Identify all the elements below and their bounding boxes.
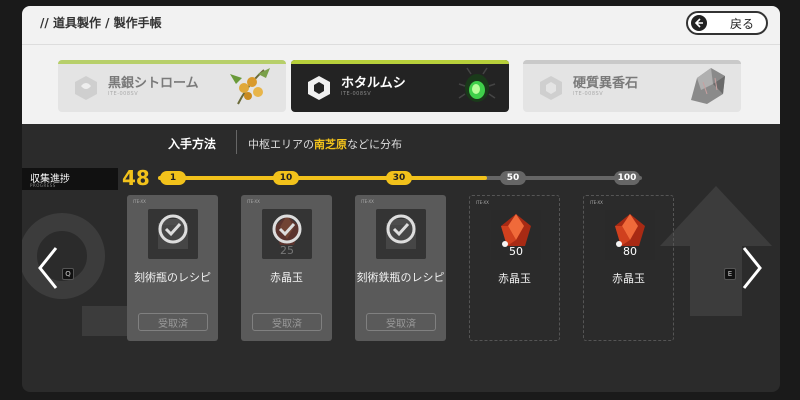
reward-card[interactable]: ITE-XX 刻術鉄瓶のレシピ 受取済 xyxy=(355,195,446,341)
acquisition-divider xyxy=(236,130,237,154)
rock-art-icon xyxy=(691,68,725,104)
milestone-1: 1 xyxy=(160,171,186,185)
tab-name: 硬質異香石 xyxy=(573,76,639,91)
claimed-button: 受取済 xyxy=(366,313,436,331)
reward-code: ITE-XX xyxy=(590,200,603,205)
header-divider xyxy=(22,44,780,45)
tab-name: 黒銀シトローム xyxy=(108,76,199,91)
next-arrow-icon[interactable] xyxy=(740,244,764,292)
claimed-overlay xyxy=(376,209,426,259)
reward-card[interactable]: ITE-XX 25 赤晶玉 受取済 xyxy=(241,195,332,341)
reward-quantity: 50 xyxy=(509,245,523,258)
claimed-overlay xyxy=(148,209,198,259)
reward-title: 赤晶玉 xyxy=(498,272,531,285)
reward-code: ITE-XX xyxy=(361,199,374,204)
acquisition-location: 南芝原 xyxy=(314,138,347,151)
progress-sublabel: PROGRESS xyxy=(30,183,56,188)
red-crystal-icon: 50 xyxy=(491,210,541,260)
milestone-30: 30 xyxy=(386,171,412,185)
material-hex-icon xyxy=(540,76,562,100)
reward-card[interactable]: ITE-XX 80 赤晶玉 xyxy=(583,195,674,341)
milestone-10: 10 xyxy=(273,171,299,185)
prev-key-hint: Q xyxy=(62,268,74,280)
plant-art-icon xyxy=(230,68,270,105)
reward-title: 刻術瓶のレシピ xyxy=(134,271,211,284)
material-tab-3[interactable]: 硬質異香石 ITE-008SV xyxy=(523,60,741,112)
acquisition-label: 入手方法 xyxy=(168,137,217,151)
tab-code: ITE-008SV xyxy=(341,91,372,97)
tab-code: ITE-008SV xyxy=(108,91,139,97)
progress-value: 48 xyxy=(122,166,150,190)
material-tab-2[interactable]: ホタルムシ ITE-008SV xyxy=(291,60,509,112)
material-tab-1[interactable]: 黒銀シトローム ITE-008SV xyxy=(58,60,286,112)
reward-code: ITE-XX xyxy=(247,199,260,204)
claimed-button: 受取済 xyxy=(138,313,208,331)
reward-card[interactable]: ITE-XX 50 赤晶玉 xyxy=(469,195,560,341)
next-key-hint: E xyxy=(724,268,736,280)
reward-card[interactable]: ITE-XX 刻術瓶のレシピ 受取済 xyxy=(127,195,218,341)
red-crystal-icon: 80 xyxy=(605,210,655,260)
back-button[interactable]: 戻る xyxy=(686,11,768,35)
milestone-100: 100 xyxy=(614,171,640,185)
header: // 道具製作 / 製作手帳 戻る 黒銀シトローム ITE-008SV ホタルム… xyxy=(22,6,780,124)
prev-arrow-icon[interactable] xyxy=(36,244,60,292)
acquisition-suffix: などに分布 xyxy=(347,138,402,151)
recipe-icon xyxy=(148,209,198,259)
red-crystal-icon: 25 xyxy=(262,209,312,259)
reward-quantity: 80 xyxy=(623,245,637,258)
reward-title: 刻術鉄瓶のレシピ xyxy=(356,271,445,284)
acquisition-value: 中枢エリアの南芝原などに分布 xyxy=(248,136,402,152)
material-hex-icon xyxy=(75,76,97,100)
reward-code: ITE-XX xyxy=(133,199,146,204)
back-arrow-icon xyxy=(691,15,707,31)
progress-tag: 収集進捗 PROGRESS xyxy=(22,168,118,190)
recipe-icon xyxy=(376,209,426,259)
reward-code: ITE-XX xyxy=(476,200,489,205)
tab-name: ホタルムシ xyxy=(341,76,406,91)
reward-title: 赤晶玉 xyxy=(612,272,645,285)
reward-title: 赤晶玉 xyxy=(270,271,303,284)
acquisition-prefix: 中枢エリアの xyxy=(248,138,314,151)
breadcrumb: // 道具製作 / 製作手帳 xyxy=(40,16,162,30)
material-hex-icon xyxy=(308,76,330,100)
back-label: 戻る xyxy=(729,16,754,31)
progress-fill xyxy=(158,176,487,180)
handbook-panel: // 道具製作 / 製作手帳 戻る 黒銀シトローム ITE-008SV ホタルム… xyxy=(22,6,780,392)
reward-quantity: 25 xyxy=(280,244,294,257)
beetle-art-icon xyxy=(458,67,496,102)
milestone-50: 50 xyxy=(500,171,526,185)
claimed-button: 受取済 xyxy=(252,313,322,331)
tab-code: ITE-008SV xyxy=(573,91,604,97)
